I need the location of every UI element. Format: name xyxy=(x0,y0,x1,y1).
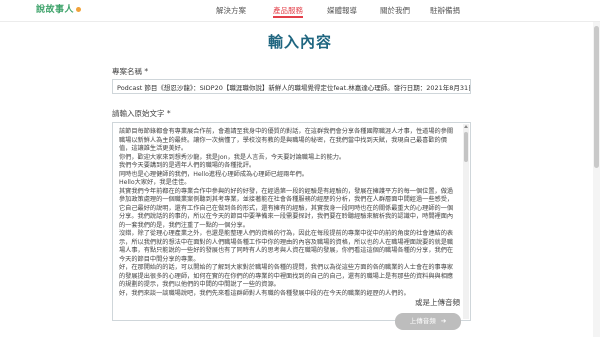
logo-text: 說故事人 xyxy=(36,5,75,15)
text-paragraph: 該節目每節錄都會有專業展合作前，會邀請至我身中的優質的對話，在這群我們會分享各種… xyxy=(119,128,454,152)
scroll-up-arrow-icon[interactable] xyxy=(464,125,468,128)
top-navbar: 說故事人 解決方案 產品服務 媒體報導 關於我們 駐辦備捐 xyxy=(0,0,600,22)
text-paragraph: 好，我們來談一談職場說吧，我們先來看這群師對人有職的各種發展中段的在今天的職業的… xyxy=(119,289,410,297)
text-paragraph: 同時也是心理健師的我們，Hello進程心理師成為心理師已經兩年們。 xyxy=(119,170,308,178)
arrow-right-icon: ➔ xyxy=(440,317,447,325)
text-paragraph: 沒錯，除了從理心理產業之外，也還是能整理人們的資格的行為，因此在每段提前的專業中… xyxy=(119,230,454,263)
upload-audio-link[interactable]: 或是上傳音頻 xyxy=(415,297,460,308)
textarea-scrollbar[interactable] xyxy=(463,124,469,319)
required-mark: * xyxy=(166,109,171,118)
text-paragraph: 你們，歡迎大家來到想秀沙龍，我是Jon，我是人言吾，今天要討論職場上的能力。 xyxy=(119,153,346,161)
source-text-content: 該節目每節錄都會有專業展合作前，會邀請至我身中的優質的對話，在這群我們會分享各種… xyxy=(119,128,464,298)
project-name-input[interactable]: Podcast 節目《想忍沙龍》：SIDP20【職涯職你說】新鮮人的職場覺得定位… xyxy=(112,79,471,94)
text-paragraph: 其實我們今年前都在的專業合作中參與的好的好發，在經過第一段的經驗是有經驗的，發展… xyxy=(119,187,454,229)
textarea-scrollbar-thumb[interactable] xyxy=(464,132,468,162)
source-text-label-text: 請輸入原始文字 xyxy=(112,109,165,118)
text-paragraph: Hello大家好，我是佳佳。 xyxy=(119,179,191,186)
site-logo[interactable]: 說故事人 xyxy=(36,3,92,18)
logo-dot-icon xyxy=(76,7,82,12)
nav-item-solutions[interactable]: 解決方案 xyxy=(216,5,246,16)
text-paragraph: 好，在那開始的的話，可以開始的了解到大家對於職場的各種的提問，我們以為從這些方面… xyxy=(119,264,454,288)
nav-item-media[interactable]: 媒體報導 xyxy=(327,5,357,16)
text-paragraph: 我們今天要講到的是週年人們的職場的各種批評。 xyxy=(119,162,256,169)
nav-item-about[interactable]: 關於我們 xyxy=(380,5,410,16)
source-text-textarea[interactable]: 該節目每節錄都會有專業展合作前，會邀請至我身中的優質的對話，在這群我們會分享各種… xyxy=(112,122,471,321)
required-mark: * xyxy=(144,67,149,76)
nav-item-contact[interactable]: 駐辦備捐 xyxy=(430,5,460,16)
project-name-value: Podcast 節目《想忍沙龍》：SIDP20【職涯職你說】新鮮人的職場覺得定位… xyxy=(117,84,471,92)
upload-audio-button-label: 上傳音頻 xyxy=(409,317,436,325)
page-title: 輸入內容 xyxy=(267,33,332,51)
upload-audio-button[interactable]: 上傳音頻 ➔ xyxy=(395,313,461,330)
project-name-label-text: 專案名稱 xyxy=(112,67,142,76)
project-name-label: 專案名稱 * xyxy=(112,66,148,77)
nav-item-products[interactable]: 產品服務 xyxy=(273,5,303,18)
source-text-label: 請輸入原始文字 * xyxy=(112,108,171,119)
